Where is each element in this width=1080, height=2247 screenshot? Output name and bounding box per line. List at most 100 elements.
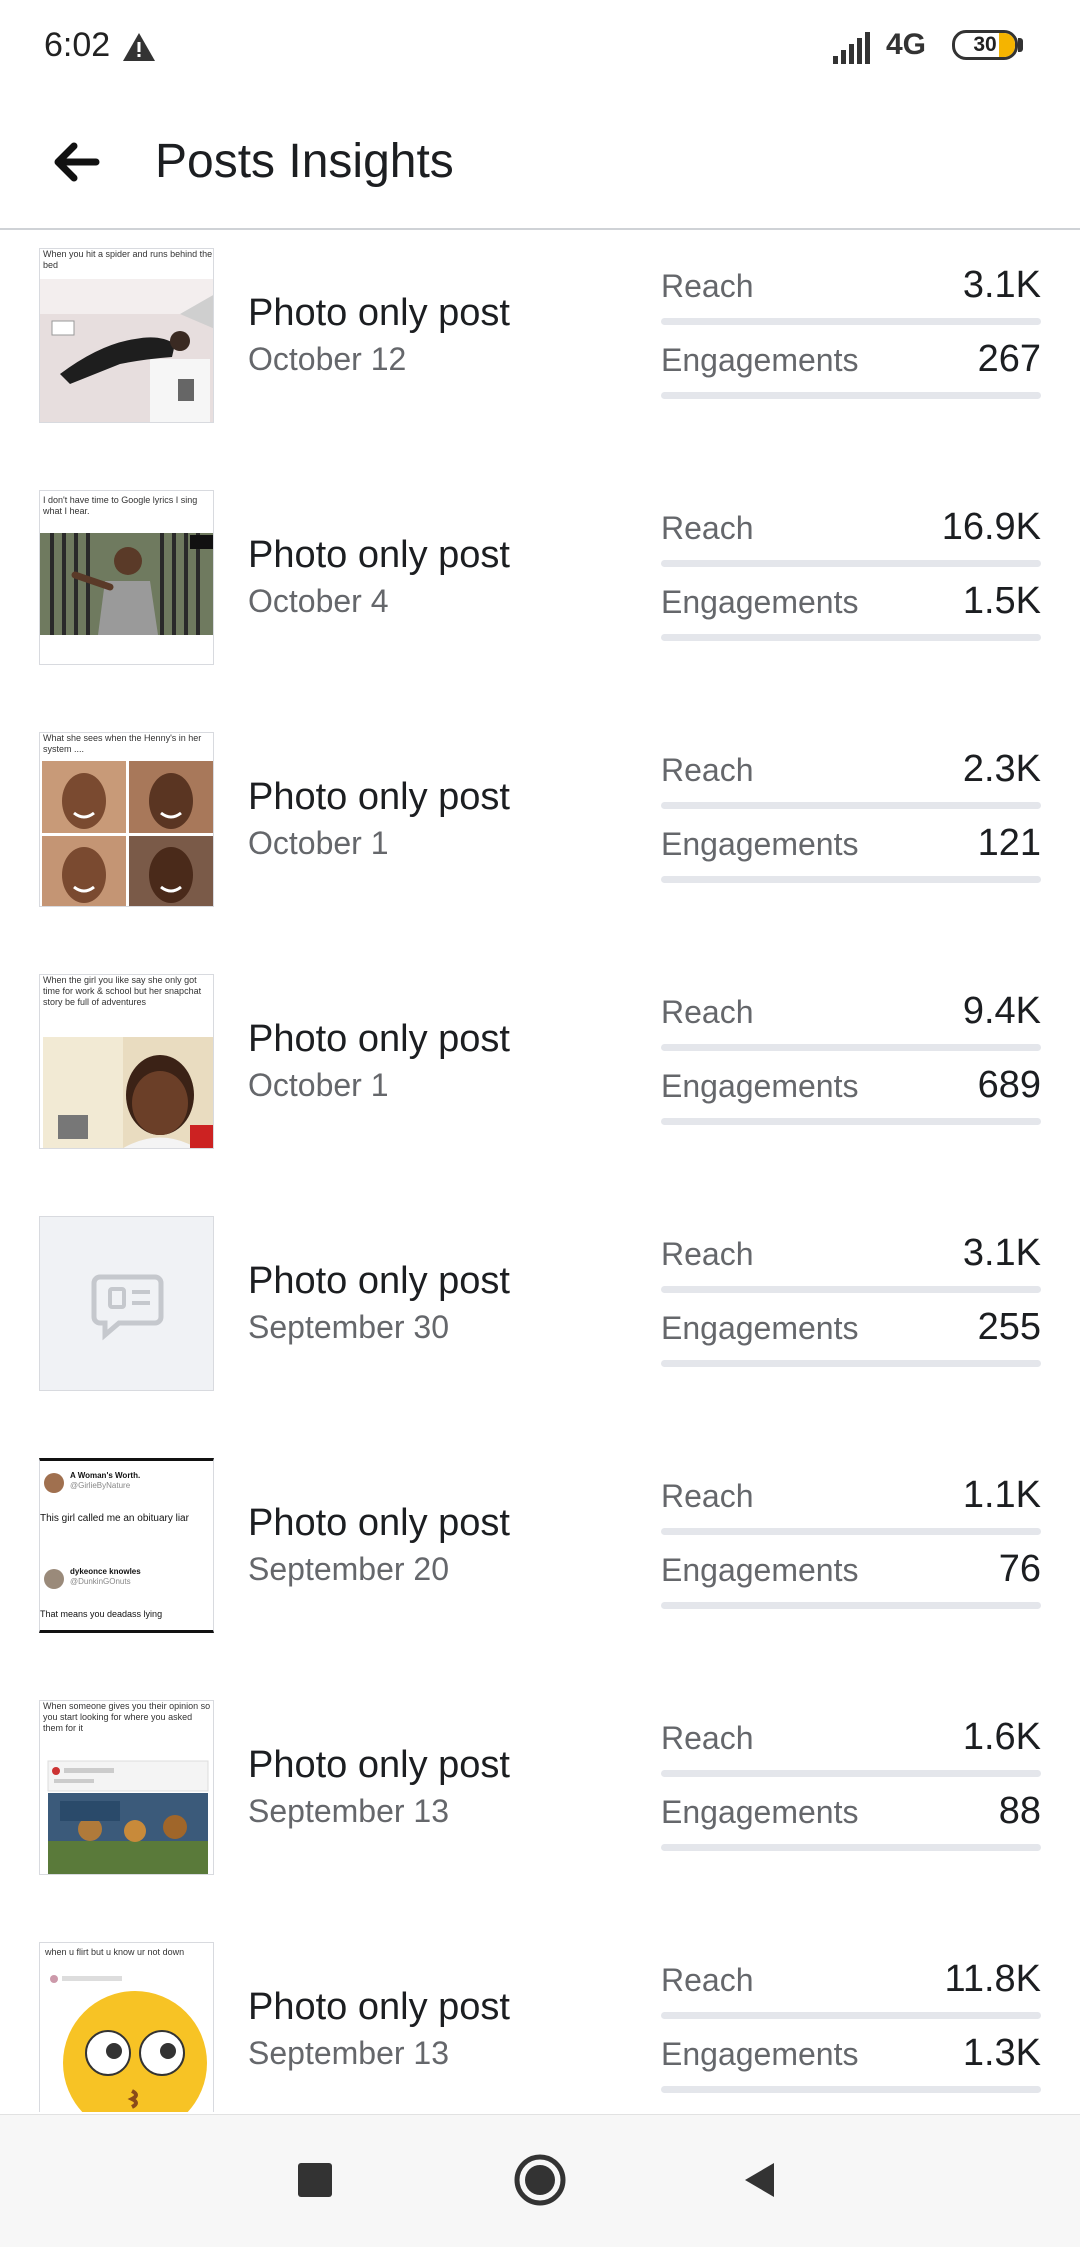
- reach-label: Reach: [661, 1478, 754, 1514]
- engagements-label: Engagements: [661, 1310, 859, 1346]
- thumb-reply: That means you deadass lying: [40, 1609, 163, 1619]
- reach-metric: Reach 16.9K: [661, 506, 1041, 570]
- post-row[interactable]: A Woman's Worth. @GirlieByNature This gi…: [0, 1450, 1080, 1692]
- reach-label: Reach: [661, 510, 754, 546]
- reach-bar: [661, 318, 1041, 325]
- thumb-caption: I don't have time to Google lyrics I sin…: [43, 495, 198, 516]
- engagements-metric: Engagements 121: [661, 822, 1041, 886]
- home-button[interactable]: [505, 2145, 575, 2215]
- app-header: Posts Insights: [0, 96, 1080, 230]
- post-type: Photo only post: [248, 776, 510, 818]
- reach-value: 11.8K: [944, 1958, 1041, 2000]
- post-list[interactable]: When you hit a spider and runs behind th…: [0, 232, 1080, 2112]
- post-thumbnail[interactable]: When you hit a spider and runs behind th…: [39, 248, 214, 423]
- reach-label: Reach: [661, 1962, 754, 1998]
- thumb-handle: @GirlieByNature: [70, 1481, 131, 1490]
- post-type: Photo only post: [248, 1986, 510, 2028]
- engagements-bar: [661, 634, 1041, 641]
- reach-bar: [661, 802, 1041, 809]
- engagements-metric: Engagements 1.3K: [661, 2032, 1041, 2096]
- engagements-value: 76: [998, 1548, 1041, 1590]
- thumb-caption: When the girl you like say she only got …: [43, 975, 202, 1007]
- battery-tip: [1018, 38, 1023, 52]
- thumb-caption: When someone gives you their opinion so …: [43, 1701, 211, 1733]
- engagements-label: Engagements: [661, 1794, 859, 1830]
- thumb-caption: when u flirt but u know ur not down: [45, 1947, 185, 1957]
- thumb-name: dykeonce knowles: [70, 1567, 141, 1576]
- arrow-left-icon: [54, 142, 100, 182]
- reach-label: Reach: [661, 1236, 754, 1272]
- reach-metric: Reach 1.1K: [661, 1474, 1041, 1538]
- engagements-value: 267: [977, 338, 1041, 380]
- reach-metric: Reach 3.1K: [661, 1232, 1041, 1296]
- engagements-bar: [661, 2086, 1041, 2093]
- post-thumbnail[interactable]: When the girl you like say she only got …: [39, 974, 214, 1149]
- reach-label: Reach: [661, 268, 754, 304]
- post-date: October 4: [248, 583, 389, 619]
- post-row[interactable]: What she sees when the Henny's in her sy…: [0, 724, 1080, 966]
- post-thumbnail[interactable]: [39, 1216, 214, 1391]
- post-type: Photo only post: [248, 1018, 510, 1060]
- post-thumbnail[interactable]: A Woman's Worth. @GirlieByNature This gi…: [39, 1458, 214, 1633]
- engagements-label: Engagements: [661, 342, 859, 378]
- engagements-metric: Engagements 267: [661, 338, 1041, 402]
- back-nav-button[interactable]: [725, 2145, 795, 2215]
- post-type: Photo only post: [248, 292, 510, 334]
- post-row[interactable]: When someone gives you their opinion so …: [0, 1692, 1080, 1934]
- reach-value: 1.6K: [962, 1716, 1041, 1758]
- post-row[interactable]: I don't have time to Google lyrics I sin…: [0, 482, 1080, 724]
- engagements-value: 1.5K: [962, 580, 1041, 622]
- reach-label: Reach: [661, 994, 754, 1030]
- engagements-metric: Engagements 76: [661, 1548, 1041, 1612]
- engagements-bar: [661, 876, 1041, 883]
- back-button[interactable]: [40, 126, 112, 198]
- post-type: Photo only post: [248, 1260, 510, 1302]
- reach-value: 1.1K: [962, 1474, 1041, 1516]
- reach-value: 2.3K: [962, 748, 1041, 790]
- post-thumbnail[interactable]: When someone gives you their opinion so …: [39, 1700, 214, 1875]
- thumb-handle: @DunkinGOnuts: [70, 1577, 131, 1586]
- page-title: Posts Insights: [155, 135, 454, 188]
- post-row[interactable]: When you hit a spider and runs behind th…: [0, 240, 1080, 482]
- post-row[interactable]: Photo only post September 30 Reach 3.1K …: [0, 1208, 1080, 1450]
- engagements-value: 88: [998, 1790, 1041, 1832]
- engagements-label: Engagements: [661, 1068, 859, 1104]
- reach-bar: [661, 1044, 1041, 1051]
- reach-bar: [661, 560, 1041, 567]
- signal-icon: [833, 32, 870, 64]
- battery-icon: 30: [952, 30, 1018, 60]
- post-date: September 13: [248, 1793, 450, 1829]
- engagements-value: 689: [977, 1064, 1041, 1106]
- post-date: October 1: [248, 825, 389, 861]
- reach-metric: Reach 3.1K: [661, 264, 1041, 328]
- engagements-label: Engagements: [661, 584, 859, 620]
- engagements-bar: [661, 1602, 1041, 1609]
- post-thumbnail[interactable]: when u flirt but u know ur not down: [39, 1942, 214, 2112]
- engagements-metric: Engagements 689: [661, 1064, 1041, 1128]
- post-row[interactable]: when u flirt but u know ur not down Phot…: [0, 1934, 1080, 2112]
- reach-metric: Reach 1.6K: [661, 1716, 1041, 1780]
- reach-value: 16.9K: [941, 506, 1041, 548]
- network-type: 4G: [886, 28, 927, 61]
- square-icon: [298, 2163, 332, 2197]
- post-thumbnail[interactable]: I don't have time to Google lyrics I sin…: [39, 490, 214, 665]
- engagements-value: 1.3K: [962, 2032, 1041, 2074]
- post-row[interactable]: When the girl you like say she only got …: [0, 966, 1080, 1208]
- post-thumbnail[interactable]: What she sees when the Henny's in her sy…: [39, 732, 214, 907]
- reach-bar: [661, 1286, 1041, 1293]
- status-bar: 6:02 4G 30: [0, 0, 1080, 96]
- post-type: Photo only post: [248, 1744, 510, 1786]
- recents-button[interactable]: [280, 2145, 350, 2215]
- reach-metric: Reach 11.8K: [661, 1958, 1041, 2022]
- engagements-label: Engagements: [661, 2036, 859, 2072]
- post-date: October 1: [248, 1067, 389, 1103]
- post-type: Photo only post: [248, 534, 510, 576]
- engagements-bar: [661, 1118, 1041, 1125]
- post-type: Photo only post: [248, 1502, 510, 1544]
- reach-label: Reach: [661, 1720, 754, 1756]
- circle-icon: [514, 2154, 566, 2206]
- triangle-back-icon: [745, 2163, 774, 2197]
- battery-level: 30: [973, 33, 997, 56]
- post-date: September 13: [248, 2035, 450, 2071]
- engagements-metric: Engagements 255: [661, 1306, 1041, 1370]
